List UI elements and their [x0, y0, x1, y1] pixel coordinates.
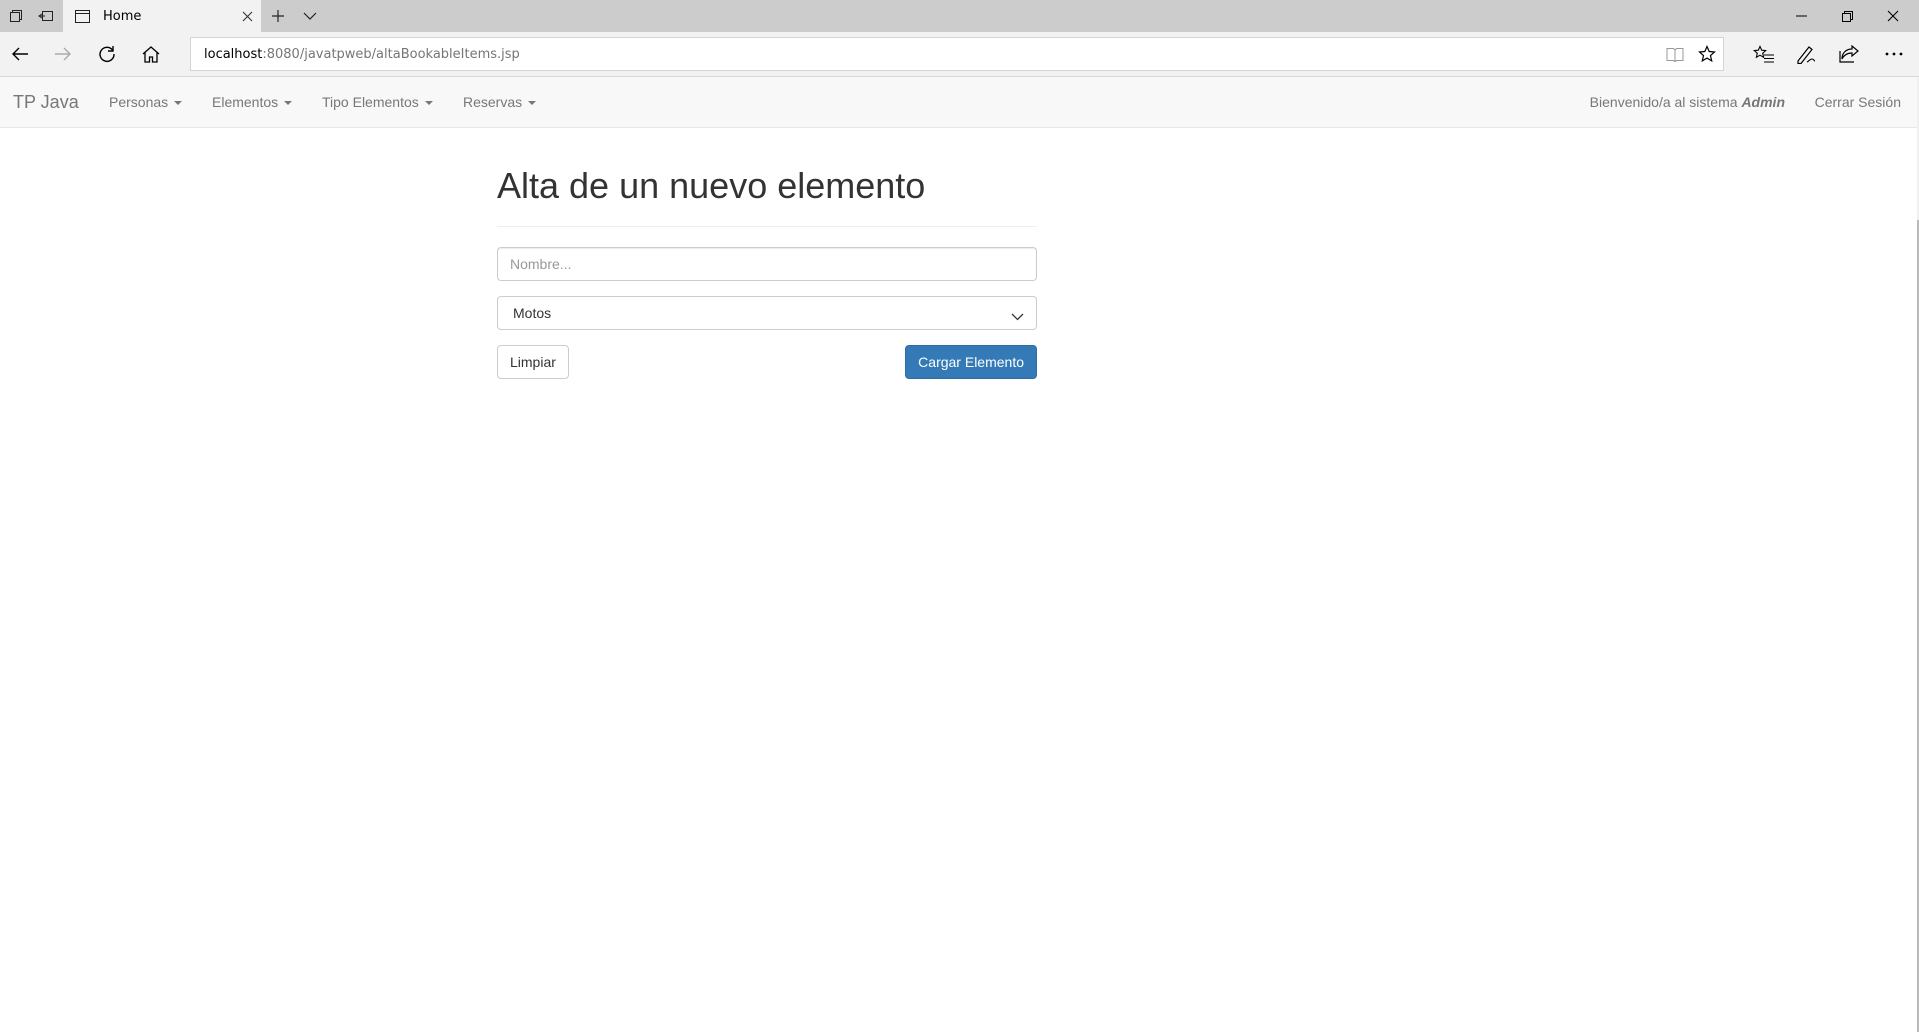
type-select-value: Motos [513, 305, 552, 321]
form-container: Alta de un nuevo elemento Motos Limpiar … [497, 128, 1037, 379]
menu-personas-label: Personas [109, 94, 169, 110]
address-bar[interactable]: localhost:8080/javatpweb/altaBookableIte… [190, 37, 1724, 71]
close-tab-icon[interactable] [233, 0, 261, 32]
url-host: localhost [204, 47, 263, 62]
page-title: Alta de un nuevo elemento [497, 165, 926, 206]
home-icon[interactable] [133, 36, 169, 72]
clear-button[interactable]: Limpiar [497, 345, 569, 379]
menu-reservas[interactable]: Reservas [463, 94, 537, 110]
caret-down-icon [284, 101, 293, 106]
submit-button[interactable]: Cargar Elemento [905, 345, 1037, 379]
url-path: :8080/javatpweb/altaBookableItems.jsp [262, 47, 520, 62]
form-actions: Limpiar Cargar Elemento [497, 345, 1037, 379]
user-name: Admin [1741, 94, 1785, 110]
forward-arrow-icon[interactable] [45, 36, 81, 72]
favorite-star-icon[interactable] [1691, 38, 1723, 70]
welcome-message: Bienvenido/a al sistema Admin [1590, 94, 1785, 110]
tab-manager-icon[interactable] [0, 0, 32, 32]
minimize-icon[interactable] [1778, 0, 1824, 32]
menu-tipo-elementos-label: Tipo Elementos [322, 94, 419, 110]
caret-down-icon [424, 101, 433, 106]
site-navbar: TP Java Personas Elementos Tipo Elemento… [0, 77, 1919, 128]
new-tab-icon[interactable] [262, 0, 294, 32]
restore-icon[interactable] [1824, 0, 1870, 32]
brand-link[interactable]: TP Java [13, 92, 79, 113]
page-icon [67, 9, 97, 23]
tab-home[interactable]: Home [63, 0, 261, 32]
browser-tab-strip: Home [0, 0, 1919, 32]
title-divider [497, 226, 1037, 227]
caret-down-icon [528, 101, 537, 106]
caret-down-icon [174, 101, 183, 106]
more-options-icon[interactable] [1874, 36, 1914, 72]
back-arrow-icon[interactable] [2, 36, 38, 72]
refresh-icon[interactable] [89, 36, 125, 72]
type-select[interactable]: Motos [497, 296, 1037, 330]
favorites-hub-icon[interactable] [1744, 36, 1784, 72]
share-icon[interactable] [1829, 36, 1869, 72]
browser-toolbar: localhost:8080/javatpweb/altaBookableIte… [0, 32, 1919, 76]
chevron-down-icon [1011, 308, 1024, 326]
pen-notes-icon[interactable] [1786, 36, 1826, 72]
menu-personas[interactable]: Personas [109, 94, 183, 110]
set-aside-tabs-icon[interactable] [30, 0, 62, 32]
menu-tipo-elementos[interactable]: Tipo Elementos [322, 94, 433, 110]
url-text: localhost:8080/javatpweb/altaBookableIte… [204, 47, 520, 62]
logout-link[interactable]: Cerrar Sesión [1815, 94, 1901, 110]
reading-view-icon[interactable] [1659, 38, 1691, 70]
welcome-text: Bienvenido/a al sistema [1589, 94, 1742, 110]
name-input[interactable] [497, 247, 1037, 281]
tab-title: Home [103, 8, 142, 24]
menu-elementos-label: Elementos [212, 94, 279, 110]
close-window-icon[interactable] [1870, 0, 1916, 32]
menu-elementos[interactable]: Elementos [212, 94, 293, 110]
menu-reservas-label: Reservas [463, 94, 523, 110]
tab-preview-chevron-icon[interactable] [294, 0, 326, 32]
